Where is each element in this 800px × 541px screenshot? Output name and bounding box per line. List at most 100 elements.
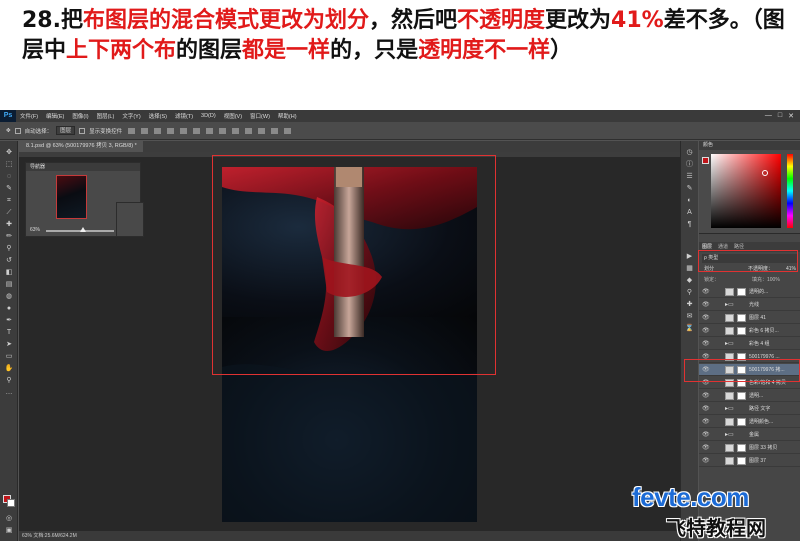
menu-item-filter[interactable]: 滤镜(T) [171,112,197,120]
distribute-left-icon[interactable] [245,127,253,134]
marquee-tool-icon[interactable]: ⬚ [4,161,14,169]
fill-input[interactable]: 填充：100% [752,276,780,284]
gradient-tool-icon[interactable]: ▤ [4,281,14,289]
layer-mask-thumbnail[interactable] [737,392,746,400]
zoom-tool-icon[interactable]: ⚲ [4,377,14,385]
auto-select-dropdown[interactable]: 图层 [56,126,76,135]
crop-tool-icon[interactable]: ⌗ [4,197,14,205]
move-tool-icon[interactable]: ✥ [6,128,11,134]
layer-mask-thumbnail[interactable] [737,327,746,335]
visibility-eye-icon[interactable]: 👁 [702,325,710,337]
layer-mask-thumbnail[interactable] [737,288,746,296]
visibility-eye-icon[interactable]: 👁 [702,312,710,324]
move-tool-icon[interactable]: ✥ [4,149,14,157]
actions-panel-icon[interactable]: ▶ [684,253,695,261]
hand-tool-icon[interactable]: ✋ [4,365,14,373]
properties-panel-icon[interactable]: ☰ [684,173,695,181]
swatches-panel-icon[interactable]: ▦ [684,265,695,273]
visibility-eye-icon[interactable]: 👁 [702,286,710,298]
menu-item-3d[interactable]: 3D(D) [197,113,220,119]
hue-slider[interactable] [787,154,793,228]
menu-item-type[interactable]: 文字(Y) [118,112,144,120]
visibility-eye-icon[interactable]: 👁 [702,299,710,311]
color-foreground-swatch[interactable] [702,157,709,164]
timeline-panel-icon[interactable]: ⌛ [684,325,695,333]
menu-item-image[interactable]: 图像(I) [68,112,92,120]
visibility-eye-icon[interactable]: 👁 [702,442,710,454]
layer-group-row[interactable]: 👁 ▸▭ 路径 文字 [699,403,800,415]
background-color-swatch[interactable] [7,499,15,507]
info-panel-icon[interactable]: ⓘ [684,161,695,169]
show-transform-checkbox[interactable] [79,127,86,134]
layer-mask-thumbnail[interactable] [737,418,746,426]
align-bottom-icon[interactable] [154,127,162,134]
quick-mask-icon[interactable]: ◎ [4,515,14,523]
align-right-icon[interactable] [193,127,201,134]
align-left-icon[interactable] [167,127,175,134]
menu-item-help[interactable]: 帮助(H) [274,112,301,120]
type-tool-icon[interactable]: T [4,329,14,337]
lasso-tool-icon[interactable]: ◌ [4,173,14,181]
distribute-right-icon[interactable] [271,127,279,134]
distribute-center-icon[interactable] [258,127,266,134]
color-picker-cursor[interactable] [762,170,768,176]
align-top-icon[interactable] [128,127,136,134]
layer-row[interactable]: 👁 图层 41 [699,312,800,324]
visibility-eye-icon[interactable]: 👁 [702,416,710,428]
layer-row[interactable]: 👁 图层 33 拷贝 [699,442,800,454]
distribute-top-icon[interactable] [206,127,214,134]
distribute-middle-icon[interactable] [219,127,227,134]
auto-select-checkbox[interactable] [14,127,21,134]
shape-tool-icon[interactable]: ▭ [4,353,14,361]
menu-item-edit[interactable]: 编辑(E) [42,112,68,120]
navigator-thumbnail[interactable] [56,175,87,219]
screen-mode-icon[interactable]: ▣ [4,527,14,535]
quick-select-tool-icon[interactable]: ✎ [4,185,14,193]
layer-row[interactable]: 👁 透明... [699,390,800,402]
menu-item-layer[interactable]: 图层(L) [93,112,119,120]
align-middle-icon[interactable] [141,127,149,134]
styles-panel-icon[interactable]: ◆ [684,277,695,285]
visibility-eye-icon[interactable]: 👁 [702,390,710,402]
menu-item-file[interactable]: 文件(F) [16,112,42,120]
visibility-eye-icon[interactable]: 👁 [702,403,710,415]
maximize-icon[interactable]: □ [778,112,782,120]
eyedropper-tool-icon[interactable]: ⟋ [4,209,14,217]
layer-group-row[interactable]: 👁 ▸▭ 金属 [699,429,800,441]
layer-mask-thumbnail[interactable] [737,457,746,465]
visibility-eye-icon[interactable]: 👁 [702,429,710,441]
healing-tool-icon[interactable]: ✚ [4,221,14,229]
layer-group-row[interactable]: 👁 ▸▭ 光线 [699,299,800,311]
layer-group-row[interactable]: 👁 ▸▭ 彩色 4 组 [699,338,800,350]
dodge-tool-icon[interactable]: ● [4,305,14,313]
brush-panel-icon[interactable]: ✎ [684,185,695,193]
menu-item-select[interactable]: 选择(S) [145,112,171,120]
paragraph-panel-icon[interactable]: ¶ [684,221,695,229]
character-panel-icon[interactable]: A [684,209,695,217]
document-tab[interactable]: 8.1.psd @ 63% (500179976 拷贝 3, RGB/8) * [20,141,143,152]
notes-panel-icon[interactable]: ✉ [684,313,695,321]
layer-row[interactable]: 👁 透明颜色... [699,416,800,428]
more-tools-icon[interactable]: … [4,389,14,397]
brush-tool-icon[interactable]: ✏ [4,233,14,241]
color-saturation-field[interactable] [711,154,781,228]
history-panel-icon[interactable]: ◷ [684,149,695,157]
navigator-zoom-knob[interactable] [80,227,86,232]
clone-stamp-tool-icon[interactable]: ⚲ [4,245,14,253]
menu-item-view[interactable]: 视图(V) [220,112,246,120]
blur-tool-icon[interactable]: ◍ [4,293,14,301]
layer-mask-thumbnail[interactable] [737,314,746,322]
color-panel-tabs[interactable]: 颜色 [699,141,800,150]
pen-tool-icon[interactable]: ✒ [4,317,14,325]
layer-mask-thumbnail[interactable] [737,444,746,452]
path-select-tool-icon[interactable]: ➤ [4,341,14,349]
layer-row[interactable]: 👁 图层 37 [699,455,800,467]
align-center-icon[interactable] [180,127,188,134]
clone-source-icon[interactable]: ⚲ [684,289,695,297]
menu-item-window[interactable]: 窗口(W) [246,112,274,120]
minimize-icon[interactable]: — [765,112,772,120]
adjust-panel-icon[interactable]: ◐ [684,197,695,205]
visibility-eye-icon[interactable]: 👁 [702,338,710,350]
layer-row[interactable]: 👁 透明的... [699,286,800,298]
tool-presets-icon[interactable]: ✚ [684,301,695,309]
